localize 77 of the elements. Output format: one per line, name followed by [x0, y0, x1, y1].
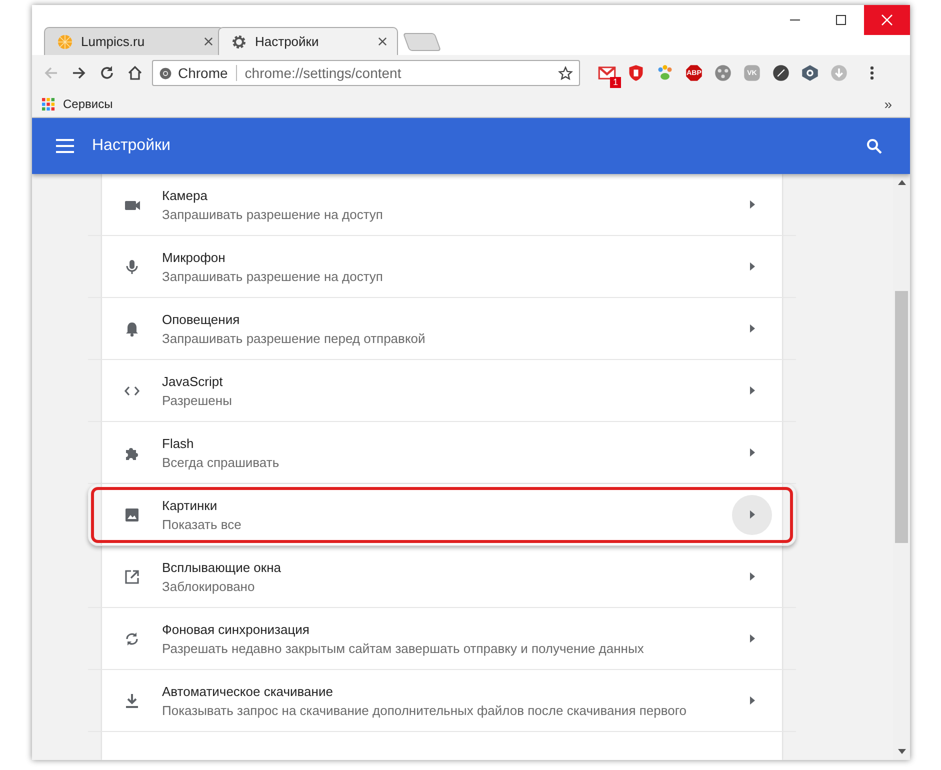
settings-row[interactable]: Камера Запрашивать разрешение на доступ: [88, 174, 796, 236]
security-chip-label: Chrome: [178, 65, 228, 81]
sync-arrows-icon: [124, 630, 140, 646]
setting-title: Фоновая синхронизация: [162, 622, 310, 636]
setting-description: Показывать запрос на скачивание дополнительных файлов после скачивания первого: [162, 702, 688, 718]
close-button[interactable]: [864, 5, 910, 35]
caret-icon: [750, 510, 754, 519]
external-link-icon: [124, 568, 140, 584]
caret-icon[interactable]: [750, 448, 754, 457]
caret-icon[interactable]: [750, 696, 754, 705]
setting-title: Микрофон: [162, 250, 226, 264]
image-icon: [124, 506, 140, 522]
caret-icon[interactable]: [750, 386, 754, 395]
setting-description: Показать все: [162, 516, 242, 532]
bell-icon: [124, 320, 140, 336]
address-bar[interactable]: Chrome chrome://settings/content: [152, 60, 580, 86]
setting-description: Запрашивать разрешение на доступ: [162, 206, 384, 222]
settings-row[interactable]: Всплывающие окна Заблокировано: [88, 546, 796, 608]
caret-icon[interactable]: [750, 634, 754, 643]
caret-icon[interactable]: [750, 324, 754, 333]
fruit-slice-icon: [57, 34, 73, 50]
settings-row[interactable]: Flash Всегда спрашивать: [88, 422, 796, 484]
browser-tab[interactable]: Настройки: [218, 27, 398, 55]
apps-grid-icon: [42, 98, 55, 110]
setting-description: Разрешать недавно закрытым сайтам завершать отправку и получение данных: [162, 640, 645, 656]
scrollbar[interactable]: [893, 174, 910, 760]
close-tab-icon[interactable]: [378, 37, 387, 46]
maximize-icon: [835, 14, 847, 26]
menu-icon[interactable]: [870, 65, 874, 81]
settings-row[interactable]: JavaScript Разрешены: [88, 360, 796, 422]
setting-title: Flash: [162, 436, 195, 450]
setting-description: Запрашивать разрешение перед отправкой: [162, 330, 426, 346]
scrollbar-thumb[interactable]: [895, 291, 908, 543]
setting-title: Оповещения: [162, 312, 241, 326]
stop-sign-icon: [685, 64, 703, 82]
close-icon: [881, 14, 893, 26]
chrome-logo-icon: [159, 66, 172, 80]
search-icon[interactable]: [866, 138, 882, 154]
menu-icon[interactable]: [56, 139, 74, 153]
caret-icon[interactable]: [750, 262, 754, 271]
microphone-icon: [124, 258, 140, 274]
scroll-up-icon[interactable]: [898, 180, 906, 185]
bookmarks-overflow-button[interactable]: »: [884, 96, 892, 112]
setting-title: Камера: [162, 188, 208, 202]
setting-description: Всегда спрашивать: [162, 454, 280, 470]
reload-icon[interactable]: [99, 65, 115, 81]
setting-description: Заблокировано: [162, 578, 256, 594]
bookmark-item[interactable]: Сервисы: [42, 97, 113, 111]
caret-icon[interactable]: [750, 572, 754, 581]
setting-title: Картинки: [162, 498, 218, 512]
settings-row[interactable]: Микрофон Запрашивать разрешение на доступ: [88, 236, 796, 298]
film-reel-icon: [714, 64, 732, 82]
bookmark-star-icon[interactable]: [558, 66, 573, 80]
settings-row[interactable]: Картинки Показать все: [88, 484, 796, 546]
notification-badge: 1: [610, 77, 621, 88]
paw-icon: [656, 64, 674, 82]
home-icon[interactable]: [127, 65, 143, 81]
settings-row[interactable]: Фоновая синхронизация Разрешать недавно закрытым сайтам завершать отправку и получение данных: [88, 608, 796, 670]
square-icon: [743, 64, 761, 82]
shield-icon: [627, 64, 645, 82]
close-tab-icon[interactable]: [204, 37, 213, 46]
scroll-down-icon[interactable]: [898, 749, 906, 754]
gear-icon: [231, 34, 247, 50]
url-text: chrome://settings/content: [244, 65, 402, 81]
setting-description: Разрешены: [162, 392, 233, 408]
page-title: Настройки: [92, 137, 172, 155]
setting-title: Всплывающие окна: [162, 560, 282, 574]
extension-button[interactable]: [770, 62, 792, 84]
download-icon: [124, 692, 140, 708]
setting-title: Автоматическое скачивание: [162, 684, 334, 698]
settings-row[interactable]: Оповещения Запрашивать разрешение перед отправкой: [88, 298, 796, 360]
caret-icon[interactable]: [750, 200, 754, 209]
setting-description: Запрашивать разрешение на доступ: [162, 268, 384, 284]
setting-title: JavaScript: [162, 374, 224, 388]
cloud-download-icon: [830, 64, 848, 82]
forward-icon[interactable]: [71, 65, 87, 81]
settings-row[interactable]: Автоматическое скачивание Показывать запрос на скачивание дополнительных файлов после скачивания первого: [88, 670, 796, 732]
